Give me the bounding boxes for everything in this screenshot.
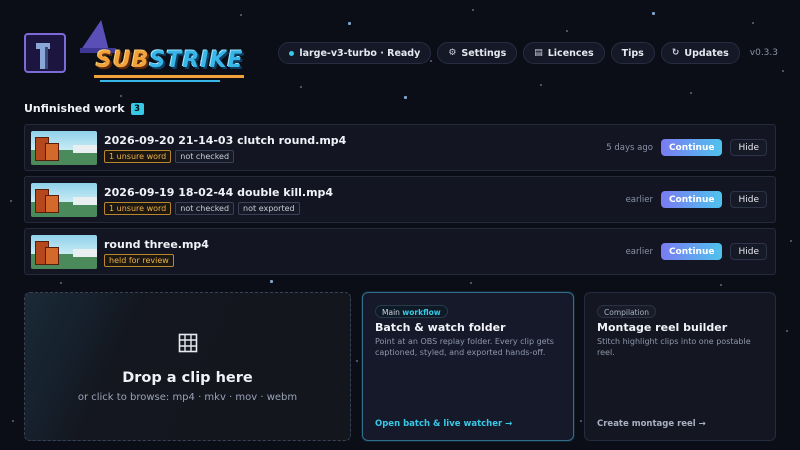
top-navigation: large-v3-turbo · Ready ⚙ Settings ▤ Lice… (278, 42, 778, 64)
app-logo: SUBSTRIKE (80, 20, 250, 82)
clip-drop-zone[interactable]: Drop a clip here or click to browse: mp4… (24, 292, 351, 441)
gear-icon: ⚙ (448, 48, 457, 58)
drop-zone-title: Drop a clip here (122, 370, 253, 386)
clip-file-name: round three.mp4 (104, 238, 209, 251)
settings-button[interactable]: ⚙ Settings (437, 42, 518, 64)
drop-zone-subtitle: or click to browse: mp4 · mkv · mov · we… (77, 392, 298, 403)
status-badge: 1 unsure word (104, 202, 172, 215)
clip-timestamp: earlier (625, 194, 653, 205)
list-item: 2026-09-20 21-14-03 clutch round.mp4 1 u… (24, 124, 776, 171)
list-item: 2026-09-19 18-02-44 double kill.mp4 1 un… (24, 176, 776, 223)
refresh-icon: ↻ (671, 48, 680, 58)
clip-thumbnail (31, 183, 97, 217)
settings-label: Settings (461, 47, 507, 59)
card-title: Batch & watch folder (375, 321, 506, 334)
status-dot-icon (289, 50, 295, 56)
clip-thumbnail (31, 235, 97, 269)
clip-tags: held for review (104, 254, 174, 267)
licences-label: Licences (547, 47, 594, 59)
clip-tags: 1 unsure word not checked (104, 150, 235, 163)
status-badge: held for review (104, 254, 174, 267)
continue-button[interactable]: Continue (660, 139, 723, 156)
card-description: Point at an OBS replay folder. Every cli… (375, 337, 554, 357)
status-badge: not checked (175, 202, 235, 215)
film-grid-icon (178, 333, 198, 353)
unfinished-work-heading: Unfinished work 3 (24, 102, 144, 115)
continue-button[interactable]: Continue (660, 243, 723, 260)
card-title: Montage reel builder (597, 321, 728, 334)
wizard-hat-icon (80, 20, 116, 50)
document-icon: ▤ (534, 48, 543, 58)
model-status-button[interactable]: large-v3-turbo · Ready (278, 42, 432, 64)
clip-file-name: 2026-09-20 21-14-03 clutch round.mp4 (104, 134, 347, 147)
continue-button[interactable]: Continue (660, 191, 723, 208)
clip-timestamp: earlier (625, 246, 653, 257)
status-badge: not exported (238, 202, 300, 215)
clip-timestamp: 5 days ago (606, 142, 653, 153)
main-workflow-chip: Main workflow (375, 305, 448, 318)
list-item: round three.mp4 held for review earlier … (24, 228, 776, 275)
hide-button[interactable]: Hide (730, 139, 767, 156)
version-label: v0.3.3 (749, 48, 778, 58)
clip-tags: 1 unsure word not checked not exported (104, 202, 300, 215)
compilation-chip: Compilation (597, 305, 657, 318)
hide-button[interactable]: Hide (730, 191, 767, 208)
licences-button[interactable]: ▤ Licences (523, 42, 605, 64)
status-badge: not checked (175, 150, 235, 163)
section-title: Unfinished work (24, 102, 125, 115)
app-name: SUBSTRIKE (96, 48, 244, 73)
app-icon (24, 33, 66, 73)
updates-button[interactable]: ↻ Updates (660, 42, 740, 64)
create-montage-reel-link[interactable]: Create montage reel → (597, 419, 706, 429)
tips-button[interactable]: Tips (610, 42, 655, 64)
hide-button[interactable]: Hide (730, 243, 767, 260)
card-description: Stitch highlight clips into one postable… (597, 337, 751, 357)
montage-reel-card[interactable]: Compilation Montage reel builder Stitch … (584, 292, 776, 441)
model-status-label: large-v3-turbo · Ready (299, 47, 421, 59)
updates-label: Updates (684, 47, 729, 59)
clip-thumbnail (31, 131, 97, 165)
status-badge: 1 unsure word (104, 150, 172, 163)
clip-file-name: 2026-09-19 18-02-44 double kill.mp4 (104, 186, 334, 199)
tips-label: Tips (621, 47, 644, 59)
open-batch-watcher-link[interactable]: Open batch & live watcher → (375, 419, 512, 429)
batch-watch-card[interactable]: Main workflow Batch & watch folder Point… (362, 292, 574, 441)
count-badge: 3 (130, 102, 144, 115)
